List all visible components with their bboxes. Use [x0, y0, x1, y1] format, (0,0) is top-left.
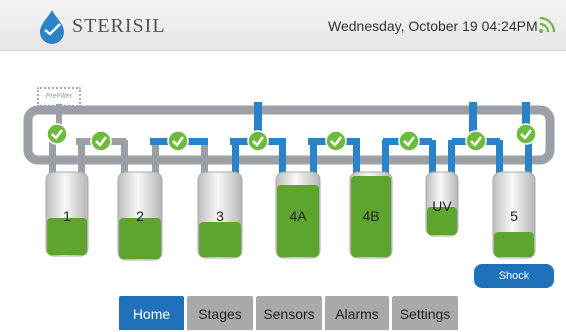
vessel-label: 3 — [216, 208, 224, 224]
prefilter-pipe — [56, 104, 62, 124]
vessel-label: UV — [432, 198, 452, 214]
pipe-segment — [525, 140, 532, 174]
pipe-segment — [382, 140, 389, 174]
pipe-segment — [49, 140, 56, 174]
check-circle-icon — [46, 123, 68, 145]
vessel-label: 4B — [362, 208, 380, 224]
vessel-fill — [199, 222, 241, 257]
pipe-segment — [496, 140, 503, 174]
shock-treatment-button[interactable]: Shock Treatment — [474, 264, 554, 306]
vessel-label: 1 — [63, 208, 71, 224]
tab-sensors[interactable]: Sensors — [256, 296, 322, 330]
vessel-label: 5 — [510, 208, 518, 224]
pipe-segment — [429, 140, 436, 174]
tab-settings[interactable]: Settings — [392, 296, 458, 330]
tab-home[interactable]: Home — [119, 296, 184, 330]
vessel-fill — [494, 232, 534, 257]
check-circle-icon — [167, 130, 189, 152]
pipe-segment — [232, 140, 239, 174]
pipe-segment — [279, 140, 286, 174]
pipe-segment — [310, 140, 317, 174]
check-circle-icon — [325, 130, 347, 152]
vessel-fill — [119, 218, 161, 259]
check-group — [46, 123, 537, 152]
tab-alarms[interactable]: Alarms — [325, 296, 389, 330]
check-circle-icon — [465, 130, 487, 152]
vessel-label: 2 — [136, 208, 144, 224]
check-circle-icon — [515, 123, 537, 145]
pipe-segment — [152, 140, 159, 174]
vessel-label: 4A — [289, 208, 307, 224]
pipe-segment — [448, 140, 455, 174]
check-circle-icon — [90, 130, 112, 152]
check-circle-icon — [398, 130, 420, 152]
pipe-segment — [201, 140, 208, 174]
tab-stages[interactable]: Stages — [187, 296, 253, 330]
pipe-segment — [353, 140, 360, 174]
pipe-segment — [78, 140, 85, 174]
check-circle-icon — [247, 130, 269, 152]
pipe-segment — [121, 140, 128, 174]
